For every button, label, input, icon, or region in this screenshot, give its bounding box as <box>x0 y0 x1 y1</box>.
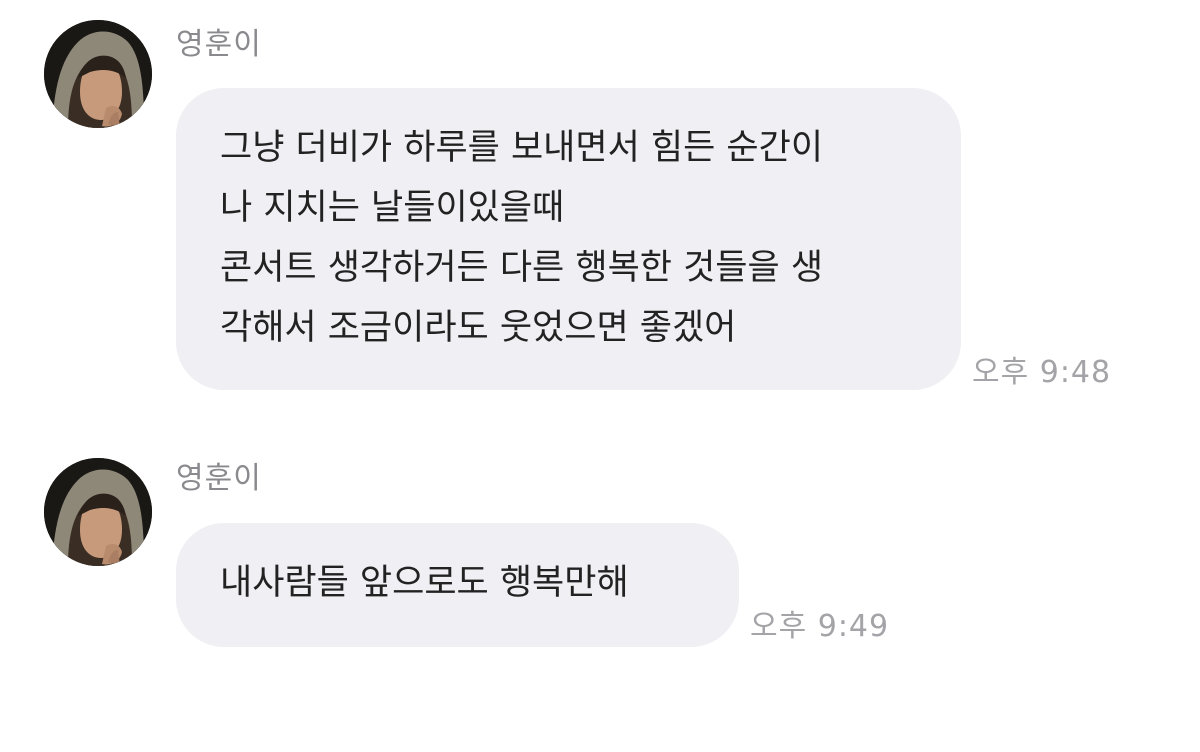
message-bubble[interactable]: 그냥 더비가 하루를 보내면서 힘든 순간이 나 지치는 날들이있을때 콘서트 … <box>176 88 961 390</box>
message-timestamp: 오후 9:49 <box>750 609 890 644</box>
sender-name: 영훈이 <box>176 461 262 496</box>
profile-photo-icon <box>44 458 152 566</box>
avatar[interactable] <box>44 20 152 128</box>
chat-message: 영훈이 그냥 더비가 하루를 보내면서 힘든 순간이 나 지치는 날들이있을때 … <box>0 0 1200 420</box>
chat-message: 영훈이 내사람들 앞으로도 행복만해 오후 9:49 <box>0 430 1200 690</box>
avatar[interactable] <box>44 458 152 566</box>
sender-name: 영훈이 <box>176 27 262 62</box>
message-timestamp: 오후 9:48 <box>972 355 1112 390</box>
message-text: 내사람들 앞으로도 행복만해 <box>220 563 629 603</box>
message-text: 그냥 더비가 하루를 보내면서 힘든 순간이 나 지치는 날들이있을때 콘서트 … <box>220 128 824 348</box>
message-bubble[interactable]: 내사람들 앞으로도 행복만해 <box>176 523 739 647</box>
profile-photo-icon <box>44 20 152 128</box>
